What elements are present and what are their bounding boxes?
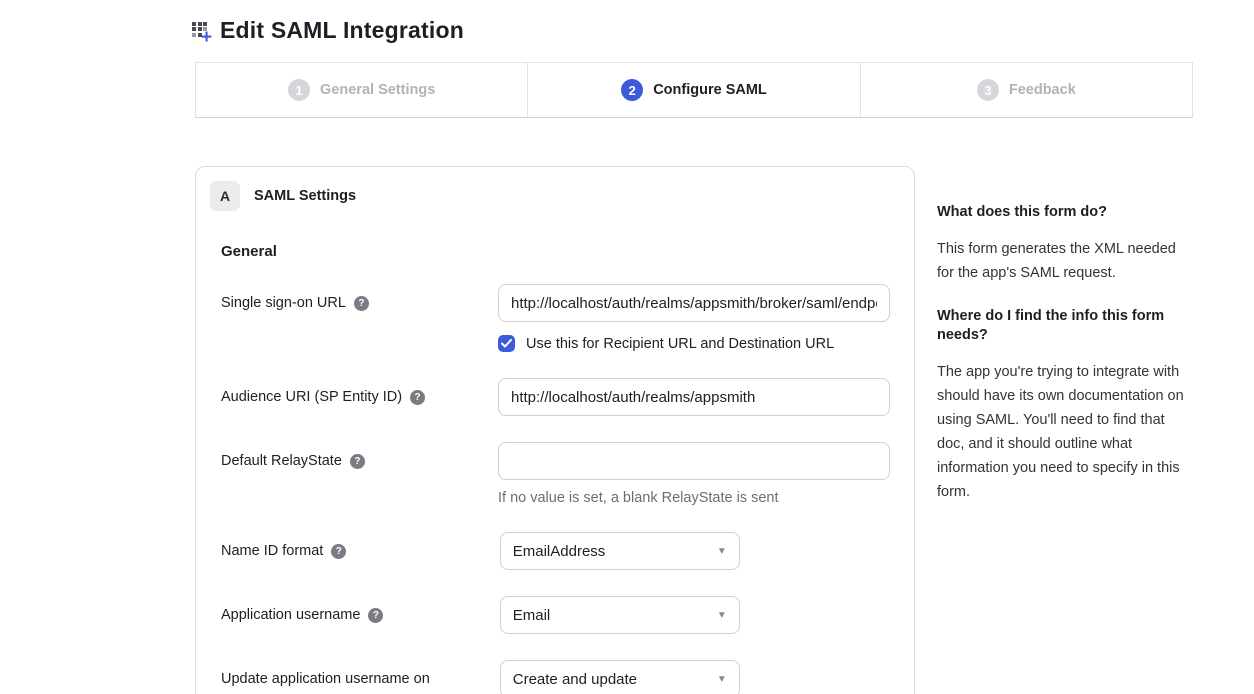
section-title: SAML Settings [254, 188, 356, 204]
main-content: A SAML Settings General Single sign-on U… [195, 166, 1254, 694]
selected-value: Create and update [513, 671, 637, 688]
step-feedback[interactable]: 3 Feedback [861, 63, 1192, 117]
chevron-down-icon: ▼ [717, 546, 727, 557]
wizard-steps: 1 General Settings 2 Configure SAML 3 Fe… [195, 62, 1193, 118]
step-configure-saml[interactable]: 2 Configure SAML [528, 63, 860, 117]
audience-uri-input[interactable] [498, 378, 890, 416]
selected-value: Email [513, 607, 551, 624]
field-row-relaystate: Default RelayState ? If no value is set,… [221, 442, 890, 506]
chevron-down-icon: ▼ [717, 674, 727, 685]
help-icon[interactable]: ? [368, 608, 383, 623]
help-icon[interactable]: ? [350, 454, 365, 469]
group-heading-general: General [221, 243, 890, 260]
application-username-select[interactable]: Email ▼ [500, 596, 740, 634]
help-sidebar: What does this form do? This form genera… [937, 166, 1195, 526]
chevron-down-icon: ▼ [717, 610, 727, 621]
field-row-audience: Audience URI (SP Entity ID) ? [221, 378, 890, 416]
help-icon[interactable]: ? [354, 296, 369, 311]
field-label: Audience URI (SP Entity ID) [221, 389, 402, 405]
page-header: + Edit SAML Integration [0, 0, 1254, 48]
field-label: Default RelayState [221, 453, 342, 469]
help-icon[interactable]: ? [410, 390, 425, 405]
page-title: Edit SAML Integration [220, 17, 464, 44]
help-icon[interactable]: ? [331, 544, 346, 559]
update-username-select[interactable]: Create and update ▼ [500, 660, 740, 694]
help-question-2: Where do I find the info this form needs… [937, 307, 1195, 345]
grid-plus-icon: + [192, 19, 216, 43]
step-number: 2 [621, 79, 643, 101]
step-number: 3 [977, 79, 999, 101]
field-row-name-id-format: Name ID format ? EmailAddress ▼ [221, 532, 890, 570]
field-row-update-username: Update application username on Create an… [221, 660, 890, 694]
relaystate-input[interactable] [498, 442, 890, 480]
selected-value: EmailAddress [513, 543, 606, 560]
section-badge: A [210, 181, 240, 211]
step-general-settings[interactable]: 1 General Settings [196, 63, 528, 117]
recipient-url-checkbox-row[interactable]: Use this for Recipient URL and Destinati… [498, 335, 890, 352]
field-label: Single sign-on URL [221, 295, 346, 311]
checkbox-label: Use this for Recipient URL and Destinati… [526, 336, 834, 352]
field-label: Name ID format [221, 543, 323, 559]
help-answer-1: This form generates the XML needed for t… [937, 237, 1195, 285]
relaystate-hint: If no value is set, a blank RelayState i… [498, 490, 890, 506]
step-label: Feedback [1009, 82, 1076, 98]
card-header: A SAML Settings [210, 181, 890, 221]
step-label: Configure SAML [653, 82, 767, 98]
field-label: Update application username on [221, 671, 430, 687]
saml-settings-card: A SAML Settings General Single sign-on U… [195, 166, 915, 694]
checkbox-checked-icon[interactable] [498, 335, 515, 352]
field-row-application-username: Application username ? Email ▼ [221, 596, 890, 634]
help-question-1: What does this form do? [937, 203, 1195, 222]
step-number: 1 [288, 79, 310, 101]
field-row-sso: Single sign-on URL ? Use this for Recipi… [221, 284, 890, 352]
name-id-format-select[interactable]: EmailAddress ▼ [500, 532, 740, 570]
sso-url-input[interactable] [498, 284, 890, 322]
step-label: General Settings [320, 82, 435, 98]
field-label: Application username [221, 607, 360, 623]
help-answer-2: The app you're trying to integrate with … [937, 360, 1195, 504]
